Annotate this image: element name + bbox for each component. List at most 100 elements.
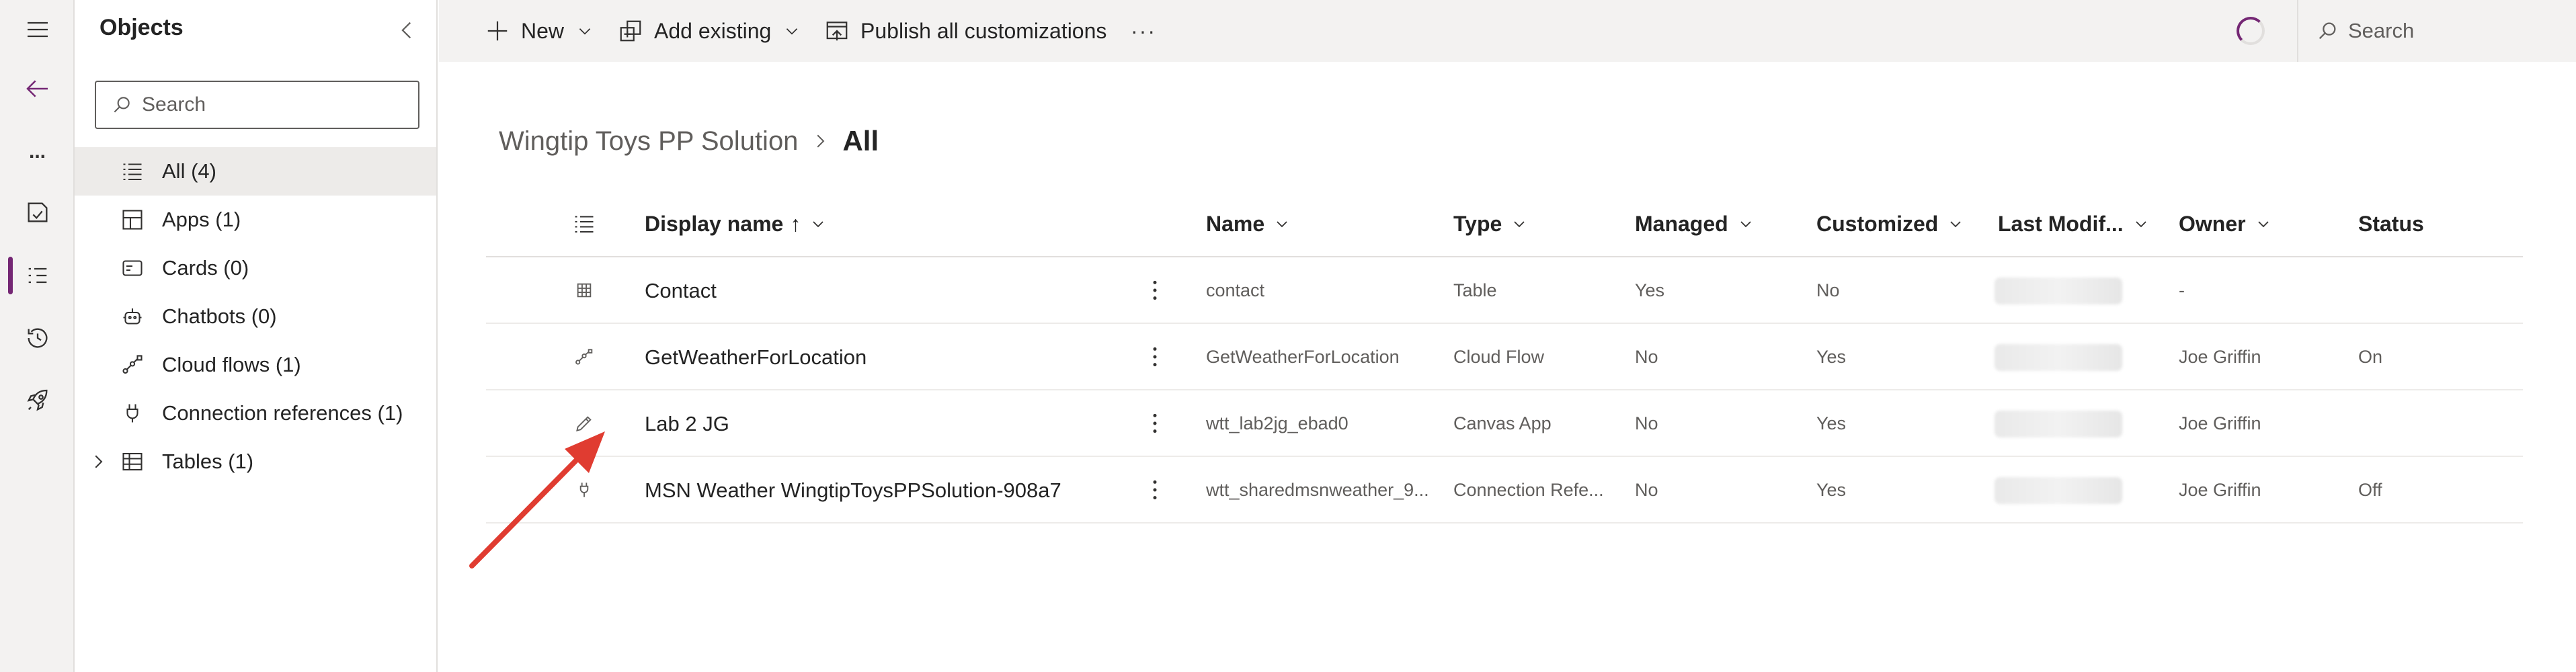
column-label: Managed <box>1635 211 1728 236</box>
more-vertical-icon <box>1153 347 1157 367</box>
tree-item-label: Cards (0) <box>162 256 249 280</box>
tree-item-label: All (4) <box>162 159 216 183</box>
cell-display-name[interactable]: Contact <box>645 257 717 324</box>
new-button[interactable]: New <box>485 0 594 62</box>
flow-icon <box>119 351 146 378</box>
cell-type: Connection Refe... <box>1453 480 1604 500</box>
objects-icon[interactable] <box>0 249 75 302</box>
column-label: Status <box>2358 211 2424 236</box>
add-existing-button[interactable]: Add existing <box>618 0 801 62</box>
more-vertical-icon <box>1153 480 1157 500</box>
column-header-last-modified[interactable]: Last Modif... <box>1998 190 2149 257</box>
chevron-down-icon <box>787 28 798 35</box>
row-more-options-button[interactable] <box>1138 274 1172 307</box>
command-bar: New Add existing Publish all customizati… <box>439 0 2576 62</box>
back-arrow-icon[interactable] <box>0 62 75 116</box>
redacted-last-modified <box>1995 411 2122 437</box>
chevron-right-icon[interactable] <box>88 452 108 472</box>
cell-owner: Joe Griffin <box>2179 347 2261 367</box>
grid-header: Display name ↑ Name Type Managed Customi… <box>486 190 2523 257</box>
table-row[interactable]: Contact contact Table Yes No - <box>486 257 2523 324</box>
tree-item-cloud-flows[interactable]: Cloud flows (1) <box>75 341 436 389</box>
cell-display-name[interactable]: MSN Weather WingtipToysPPSolution-908a7 <box>645 457 1061 523</box>
column-header-name[interactable]: Name <box>1206 190 1290 257</box>
chevron-down-icon <box>1277 221 1287 228</box>
table-row[interactable]: MSN Weather WingtipToysPPSolution-908a7 … <box>486 457 2523 523</box>
tree-item-label: Apps (1) <box>162 208 241 231</box>
history-icon[interactable] <box>0 311 75 365</box>
cell-owner: Joe Griffin <box>2179 413 2261 433</box>
column-label: Name <box>1206 211 1265 236</box>
table-row[interactable]: Lab 2 JG wtt_lab2jg_ebad0 Canvas App No … <box>486 390 2523 457</box>
new-label: New <box>521 18 565 43</box>
cell-owner: Joe Griffin <box>2179 480 2261 500</box>
column-header-type[interactable]: Type <box>1453 190 1527 257</box>
publish-label: Publish all customizations <box>860 18 1107 43</box>
search-icon <box>114 97 130 113</box>
list-icon <box>119 158 146 185</box>
row-more-options-button[interactable] <box>1138 407 1172 440</box>
cell-status: Off <box>2358 480 2382 500</box>
more-vertical-icon <box>1153 280 1157 300</box>
cell-name: GetWeatherForLocation <box>1206 347 1400 367</box>
tree-item-apps[interactable]: Apps (1) <box>75 196 436 244</box>
tree-item-cards[interactable]: Cards (0) <box>75 244 436 292</box>
add-existing-label: Add existing <box>654 18 772 43</box>
redacted-last-modified <box>1995 278 2122 304</box>
cell-display-name[interactable]: Lab 2 JG <box>645 390 729 457</box>
add-existing-icon <box>620 20 641 42</box>
column-header-status[interactable]: Status <box>2358 190 2424 257</box>
collapse-pane-button[interactable] <box>391 13 424 47</box>
cloud-flow-icon <box>575 349 593 365</box>
chevron-down-icon <box>813 221 823 228</box>
objects-search-input[interactable] <box>142 93 411 116</box>
tree-item-chatbots[interactable]: Chatbots (0) <box>75 292 436 341</box>
chevron-down-icon <box>1950 221 1961 228</box>
row-more-options-button[interactable] <box>1138 340 1172 374</box>
column-header-customized[interactable]: Customized <box>1816 190 1964 257</box>
tree-item-all[interactable]: All (4) <box>75 147 436 196</box>
cell-type: Table <box>1453 280 1497 300</box>
global-search-input[interactable] <box>2348 19 2563 43</box>
loading-spinner-icon <box>2237 17 2265 45</box>
cell-display-name[interactable]: GetWeatherForLocation <box>645 324 867 390</box>
cell-type: Canvas App <box>1453 413 1552 433</box>
row-more-options-button[interactable] <box>1138 473 1172 507</box>
overview-icon[interactable] <box>0 185 75 239</box>
hamburger-menu-icon[interactable] <box>0 3 75 56</box>
publish-all-button[interactable]: Publish all customizations <box>824 0 1106 62</box>
publish-icon <box>826 22 848 41</box>
global-search-box[interactable] <box>2297 0 2576 62</box>
objects-search-box[interactable] <box>95 81 419 129</box>
table-grid-icon <box>577 283 592 298</box>
cell-customized: Yes <box>1816 347 1847 367</box>
table-row[interactable]: GetWeatherForLocation GetWeatherForLocat… <box>486 324 2523 390</box>
objects-grid: Display name ↑ Name Type Managed Customi… <box>486 190 2523 523</box>
chevron-down-icon <box>579 28 591 35</box>
plus-icon <box>487 21 508 41</box>
select-all-list-icon[interactable] <box>572 212 596 236</box>
breadcrumb-parent[interactable]: Wingtip Toys PP Solution <box>499 126 798 157</box>
more-commands-button[interactable]: ··· <box>1131 0 1156 62</box>
column-header-display-name[interactable]: Display name ↑ <box>645 190 826 257</box>
breadcrumb-current: All <box>842 125 879 157</box>
cell-name: wtt_lab2jg_ebad0 <box>1206 413 1349 433</box>
tree-item-connection-references[interactable]: Connection references (1) <box>75 389 436 437</box>
chevron-right-icon <box>817 134 825 148</box>
column-label: Owner <box>2179 211 2246 236</box>
search-icon <box>2319 22 2336 40</box>
plug-icon <box>119 400 146 427</box>
more-vertical-icon <box>1153 413 1157 433</box>
cell-managed: Yes <box>1635 280 1665 300</box>
sort-ascending-icon: ↑ <box>790 211 801 236</box>
table-icon <box>119 448 146 475</box>
redacted-last-modified <box>1995 477 2122 504</box>
tree-item-tables[interactable]: Tables (1) <box>75 437 436 486</box>
column-header-owner[interactable]: Owner <box>2179 190 2271 257</box>
pipelines-rocket-icon[interactable] <box>0 374 75 427</box>
more-ellipsis-icon[interactable]: ... <box>0 132 75 172</box>
chatbot-icon <box>119 303 146 330</box>
column-header-managed[interactable]: Managed <box>1635 190 1754 257</box>
column-label: Last Modif... <box>1998 211 2124 236</box>
tree-item-label: Connection references (1) <box>162 401 403 425</box>
